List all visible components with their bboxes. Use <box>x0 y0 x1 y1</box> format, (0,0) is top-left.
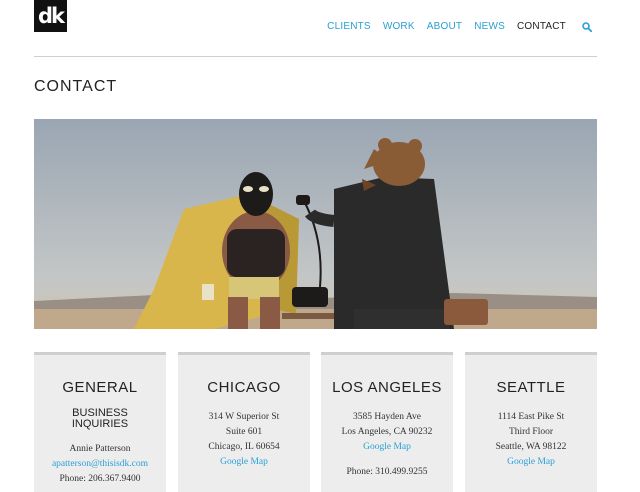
city-line: Seattle, WA 98122 <box>495 442 567 452</box>
address-line: Third Floor <box>508 427 554 437</box>
google-map-link[interactable]: Google Map <box>178 455 310 470</box>
city-line: Los Angeles, CA 90232 <box>341 427 433 437</box>
logo[interactable]: dk <box>34 0 67 32</box>
nav-work[interactable]: WORK <box>383 21 415 32</box>
header-divider <box>34 56 597 57</box>
office-title: LOS ANGELES <box>332 379 442 396</box>
nav-clients[interactable]: CLIENTS <box>327 21 371 32</box>
nav-contact[interactable]: CONTACT <box>517 21 566 32</box>
hero-photo <box>34 119 597 329</box>
contact-phone: Phone: 310.499.9255 <box>346 467 428 477</box>
office-title: CHICAGO <box>207 379 281 396</box>
office-cards: GENERAL BUSINESS INQUIRIES Annie Patters… <box>34 352 597 492</box>
city-line: Chicago, IL 60654 <box>208 442 280 452</box>
address-line: Suite 601 <box>225 427 263 437</box>
nav-about[interactable]: ABOUT <box>427 21 462 32</box>
office-card-general: GENERAL BUSINESS INQUIRIES Annie Patters… <box>34 352 166 492</box>
office-title: SEATTLE <box>496 379 566 396</box>
office-details: 314 W Superior St Suite 601 Chicago, IL … <box>178 410 310 470</box>
contact-name: Annie Patterson <box>69 444 131 454</box>
office-card-chicago: CHICAGO 314 W Superior St Suite 601 Chic… <box>178 352 310 492</box>
office-card-los-angeles: LOS ANGELES 3585 Hayden Ave Los Angeles,… <box>321 352 453 492</box>
office-details: 1114 East Pike St Third Floor Seattle, W… <box>465 410 597 470</box>
nav-news[interactable]: NEWS <box>474 21 505 32</box>
address-line: 314 W Superior St <box>208 412 280 422</box>
address-line: 3585 Hayden Ave <box>353 412 421 422</box>
google-map-link[interactable]: Google Map <box>465 455 597 470</box>
office-details: Annie Patterson apatterson@thisisdk.com … <box>34 442 166 487</box>
search-icon[interactable] <box>582 21 592 32</box>
office-card-seattle: SEATTLE 1114 East Pike St Third Floor Se… <box>465 352 597 492</box>
office-details: 3585 Hayden Ave Los Angeles, CA 90232 Go… <box>321 410 453 480</box>
hero-image <box>34 119 597 329</box>
office-subtitle-line: INQUIRIES <box>71 418 129 430</box>
office-subtitle: BUSINESS INQUIRIES <box>34 408 166 430</box>
main-nav: CLIENTS WORK ABOUT NEWS CONTACT <box>327 21 592 32</box>
google-map-link[interactable]: Google Map <box>321 440 453 455</box>
contact-email-link[interactable]: apatterson@thisisdk.com <box>34 457 166 472</box>
page-title: CONTACT <box>34 78 118 95</box>
address-line: 1114 East Pike St <box>497 412 565 422</box>
office-title: GENERAL <box>62 379 138 396</box>
